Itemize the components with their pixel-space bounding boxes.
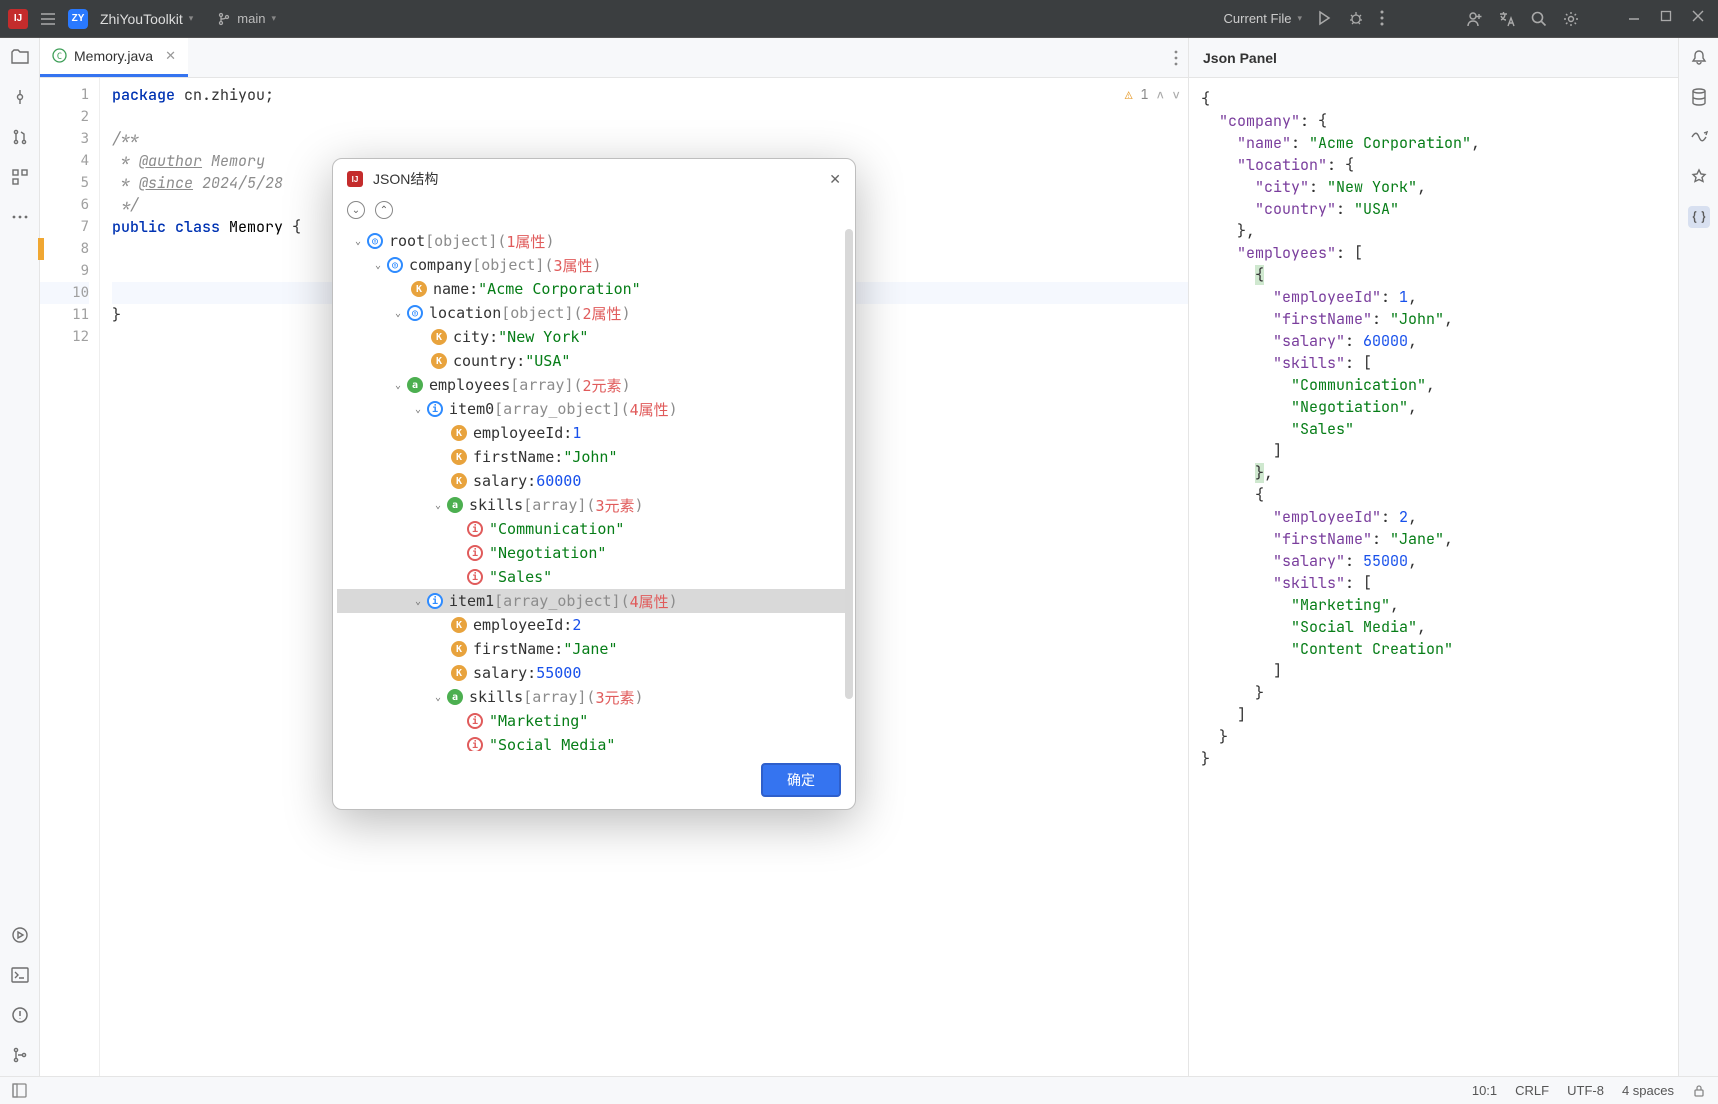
svg-text:C: C [57,52,62,62]
project-selector[interactable]: ZhiYouToolkit▾ [100,11,193,27]
tree-node-item0[interactable]: ⌄iitem0 [array_object] (4属性) [337,397,851,421]
project-icon[interactable] [9,46,31,68]
add-user-icon[interactable] [1466,10,1484,28]
readonly-icon[interactable] [1692,1084,1706,1098]
collapse-all-icon[interactable]: ⌃ [375,201,393,219]
bookmark-icon[interactable] [1688,166,1710,188]
tree-node[interactable]: i"Sales" [337,565,851,589]
commit-icon[interactable] [9,86,31,108]
tree-node[interactable]: Ksalary: 55000 [337,661,851,685]
tree-node[interactable]: Kcountry: "USA" [337,349,851,373]
tree-node-item1[interactable]: ⌄iitem1 [array_object] (4属性) [337,589,851,613]
editor-tab-bar: C Memory.java ✕ [40,38,1188,78]
tree-node[interactable]: KemployeeId: 1 [337,421,851,445]
warning-icon: ⚠ [1125,86,1133,103]
json-panel-title: Json Panel [1189,38,1678,78]
maximize-icon[interactable] [1660,10,1678,28]
warning-count: 1 [1141,86,1149,103]
json-structure-dialog: IJ JSON结构 ✕ ⌄ ⌃ ⌄◎root [object] (1属性) ⌄◎… [332,158,856,810]
more-icon[interactable] [1380,10,1398,28]
tree-node-root[interactable]: ⌄◎root [object] (1属性) [337,229,851,253]
dialog-tree[interactable]: ⌄◎root [object] (1属性) ⌄◎company [object]… [333,227,855,751]
ok-button[interactable]: 确定 [761,763,841,797]
tree-node[interactable]: KfirstName: "Jane" [337,637,851,661]
next-highlight-icon[interactable]: ∨ [1172,86,1180,103]
database-icon[interactable] [1688,86,1710,108]
search-icon[interactable] [1530,10,1548,28]
structure-icon[interactable] [9,166,31,188]
json-panel-icon[interactable] [1688,206,1710,228]
tree-node[interactable]: Kname: "Acme Corporation" [337,277,851,301]
notifications-icon[interactable] [1688,46,1710,68]
run-config-selector[interactable]: Current File▾ [1224,11,1302,26]
json-body[interactable]: { "company": { "name": "Acme Corporation… [1189,78,1678,1076]
prev-highlight-icon[interactable]: ∧ [1156,86,1164,103]
status-tool-icon[interactable] [12,1083,27,1098]
tree-node-skills0[interactable]: ⌄askills [array] (3元素) [337,493,851,517]
tree-node[interactable]: i"Negotiation" [337,541,851,565]
git-icon[interactable] [9,1044,31,1066]
tree-node-company[interactable]: ⌄◎company [object] (3属性) [337,253,851,277]
dialog-close-icon[interactable]: ✕ [829,171,841,188]
encoding[interactable]: UTF-8 [1567,1083,1604,1098]
indent[interactable]: 4 spaces [1622,1083,1674,1098]
app-logo-icon: IJ [8,9,28,29]
dialog-scrollbar[interactable] [845,229,853,699]
problems-icon[interactable] [9,1004,31,1026]
tree-node[interactable]: i"Marketing" [337,709,851,733]
pull-requests-icon[interactable] [9,126,31,148]
project-badge: ZY [68,9,88,29]
tree-node-skills1[interactable]: ⌄askills [array] (3元素) [337,685,851,709]
dialog-app-icon: IJ [347,171,363,187]
left-tool-strip [0,38,40,1076]
tree-node[interactable]: KfirstName: "John" [337,445,851,469]
tab-memory-java[interactable]: C Memory.java ✕ [40,38,188,77]
run-icon[interactable] [1316,10,1334,28]
titlebar: IJ ZY ZhiYouToolkit▾ main▾ Current File▾ [0,0,1718,38]
caret-position[interactable]: 10:1 [1472,1083,1497,1098]
class-file-icon: C [52,48,68,64]
tree-node[interactable]: i"Communication" [337,517,851,541]
more-tools-icon[interactable] [9,206,31,228]
tree-node[interactable]: Ksalary: 60000 [337,469,851,493]
json-panel: Json Panel { "company": { "name": "Acme … [1188,38,1678,1076]
gear-icon[interactable] [1562,10,1580,28]
close-window-icon[interactable] [1692,10,1710,28]
terminal-icon[interactable] [9,964,31,986]
tree-node-employees[interactable]: ⌄aemployees [array] (2元素) [337,373,851,397]
translate-icon[interactable] [1498,10,1516,28]
minimize-icon[interactable] [1628,10,1646,28]
expand-all-icon[interactable]: ⌄ [347,201,365,219]
editor-column: C Memory.java ✕ 123 456 789 101112 packa… [40,38,1188,1076]
vcs-branch[interactable]: main▾ [217,11,276,26]
maven-icon[interactable] [1688,126,1710,148]
tree-node[interactable]: Kcity: "New York" [337,325,851,349]
tab-more-icon[interactable] [1164,38,1188,77]
tree-node[interactable]: i"Social Media" [337,733,851,751]
line-separator[interactable]: CRLF [1515,1083,1549,1098]
tab-close-icon[interactable]: ✕ [165,48,176,64]
hamburger-icon[interactable] [40,12,56,26]
tree-node-location[interactable]: ⌄◎location [object] (2属性) [337,301,851,325]
debug-icon[interactable] [1348,10,1366,28]
right-tool-strip [1678,38,1718,1076]
tree-node[interactable]: KemployeeId: 2 [337,613,851,637]
gutter: 123 456 789 101112 [40,78,100,1076]
tab-label: Memory.java [74,48,153,64]
run-tool-icon[interactable] [9,924,31,946]
dialog-title: JSON结构 [373,169,438,189]
inspection-widget[interactable]: ⚠ 1 ∧ ∨ [1125,86,1180,103]
status-bar: 10:1 CRLF UTF-8 4 spaces [0,1076,1718,1104]
